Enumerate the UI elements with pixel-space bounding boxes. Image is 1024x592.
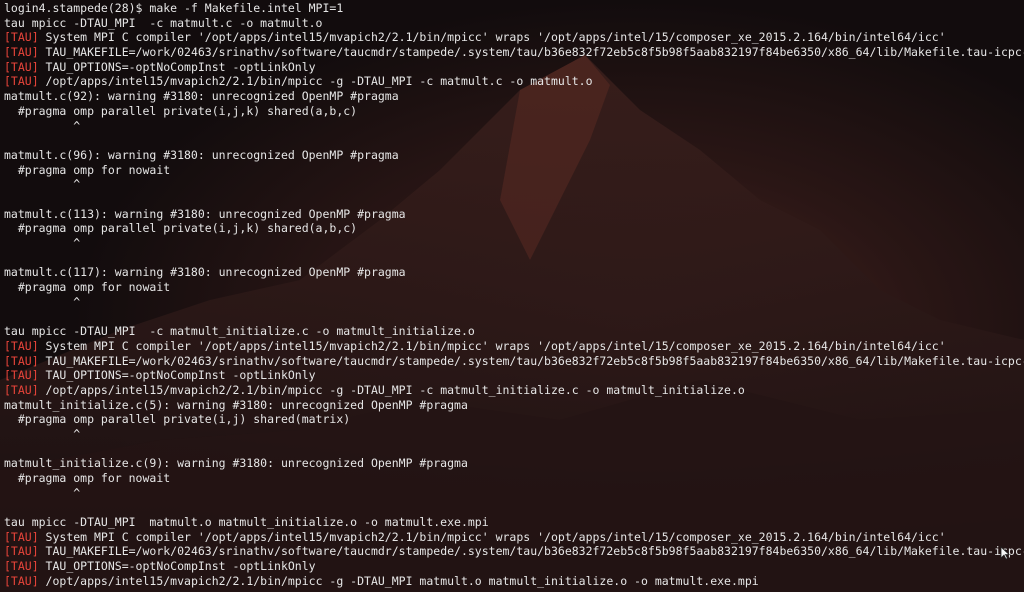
terminal-line: #pragma omp for nowait: [4, 471, 1024, 486]
terminal-line-text: System MPI C compiler '/opt/apps/intel15…: [38, 30, 946, 45]
terminal-line-text: #pragma omp parallel private(i,j,k) shar…: [4, 103, 358, 118]
tau-tag: [TAU]: [4, 353, 39, 368]
terminal-line: tau mpicc -DTAU_MPI -c matmult_initializ…: [4, 324, 1024, 339]
tau-tag: [TAU]: [4, 59, 39, 74]
terminal-line-text: TAU_MAKEFILE=/work/02463/srinathv/softwa…: [38, 544, 1024, 559]
tau-tag: [TAU]: [4, 544, 39, 559]
terminal-line-text: matmult_initialize.c(5): warning #3180: …: [4, 397, 468, 412]
terminal-line-text: System MPI C compiler '/opt/apps/intel15…: [38, 529, 946, 544]
terminal-line: matmult.c(117): warning #3180: unrecogni…: [4, 265, 1024, 280]
terminal-line: matmult_initialize.c(9): warning #3180: …: [4, 456, 1024, 471]
terminal-line-text: login4.stampede(28)$ make -f Makefile.in…: [4, 1, 344, 15]
terminal-line-text: TAU_OPTIONS=-optNoCompInst -optLinkOnly: [38, 559, 316, 574]
terminal-line: [TAU] TAU_OPTIONS=-optNoCompInst -optLin…: [4, 559, 1024, 574]
terminal-line: matmult_initialize.c(5): warning #3180: …: [4, 398, 1024, 413]
terminal-line: ^: [4, 177, 1024, 192]
terminal-line-text: #pragma omp parallel private(i,j) shared…: [4, 412, 351, 427]
terminal-line-text: #pragma omp for nowait: [4, 471, 171, 485]
tau-tag: [TAU]: [4, 573, 39, 588]
terminal-line: #pragma omp for nowait: [4, 280, 1024, 295]
terminal-line: tau mpicc -DTAU_MPI matmult.o matmult_in…: [4, 515, 1024, 530]
terminal-line: matmult.c(96): warning #3180: unrecogniz…: [4, 148, 1024, 163]
tau-tag: [TAU]: [4, 368, 39, 383]
tau-tag: [TAU]: [4, 559, 39, 574]
terminal-line: [TAU] /opt/apps/intel15/mvapich2/2.1/bin…: [4, 383, 1024, 398]
terminal-line-text: ^: [4, 118, 81, 133]
tau-tag: [TAU]: [4, 382, 39, 397]
terminal-line-text: /opt/apps/intel15/mvapich2/2.1/bin/mpicc…: [38, 382, 745, 397]
tau-tag: [TAU]: [4, 74, 39, 89]
terminal-line-text: matmult.c(92): warning #3180: unrecogniz…: [4, 89, 399, 104]
terminal-line: ^: [4, 295, 1024, 310]
terminal-line: matmult.c(113): warning #3180: unrecogni…: [4, 207, 1024, 222]
terminal-line-text: /opt/apps/intel15/mvapich2/2.1/bin/mpicc…: [38, 74, 593, 89]
terminal-line-text: TAU_OPTIONS=-optNoCompInst -optLinkOnly: [38, 59, 316, 74]
terminal-line-text: /opt/apps/intel15/mvapich2/2.1/bin/mpicc…: [38, 573, 759, 588]
mouse-pointer-icon: [1000, 546, 1010, 560]
terminal-line-text: ^: [4, 294, 81, 309]
terminal-line-text: ^: [4, 485, 81, 500]
tau-tag: [TAU]: [4, 45, 39, 60]
terminal-line: #pragma omp parallel private(i,j,k) shar…: [4, 104, 1024, 119]
terminal-line-text: matmult.c(96): warning #3180: unrecogniz…: [4, 147, 399, 162]
terminal-line: matmult.c(92): warning #3180: unrecogniz…: [4, 89, 1024, 104]
terminal-line: [TAU] System MPI C compiler '/opt/apps/i…: [4, 339, 1024, 354]
terminal-line-text: #pragma omp for nowait: [4, 162, 171, 177]
terminal-line: [TAU] System MPI C compiler '/opt/apps/i…: [4, 530, 1024, 545]
terminal-line-text: TAU_OPTIONS=-optNoCompInst -optLinkOnly: [38, 368, 316, 383]
terminal-line: tau mpicc -DTAU_MPI -c matmult.c -o matm…: [4, 16, 1024, 31]
terminal-line: [TAU] TAU_OPTIONS=-optNoCompInst -optLin…: [4, 60, 1024, 75]
terminal-line: ^: [4, 486, 1024, 501]
terminal-line-text: System MPI C compiler '/opt/apps/intel15…: [38, 338, 946, 353]
terminal-line: [TAU] TAU_MAKEFILE=/work/02463/srinathv/…: [4, 45, 1024, 60]
terminal-line: ^: [4, 427, 1024, 442]
terminal-line-text: TAU_MAKEFILE=/work/02463/srinathv/softwa…: [38, 353, 1024, 368]
tau-tag: [TAU]: [4, 30, 39, 45]
terminal-output[interactable]: login4.stampede(28)$ make -f Makefile.in…: [4, 1, 1024, 589]
terminal-line: [TAU] System MPI C compiler '/opt/apps/i…: [4, 30, 1024, 45]
terminal-line: ^: [4, 236, 1024, 251]
tau-tag: [TAU]: [4, 338, 39, 353]
terminal-line: login4.stampede(28)$ make -f Makefile.in…: [4, 1, 1024, 16]
terminal-line-text: tau mpicc -DTAU_MPI -c matmult.c -o matm…: [4, 15, 323, 30]
terminal-line-text: matmult.c(117): warning #3180: unrecogni…: [4, 265, 406, 280]
tau-tag: [TAU]: [4, 529, 39, 544]
terminal-line: [TAU] TAU_MAKEFILE=/work/02463/srinathv/…: [4, 354, 1024, 369]
terminal-line-text: ^: [4, 426, 81, 441]
terminal-line-text: matmult.c(113): warning #3180: unrecogni…: [4, 206, 406, 221]
terminal-line: [TAU] TAU_OPTIONS=-optNoCompInst -optLin…: [4, 368, 1024, 383]
terminal-line: ^: [4, 119, 1024, 134]
terminal-line-text: ^: [4, 177, 81, 192]
terminal-line: [TAU] /opt/apps/intel15/mvapich2/2.1/bin…: [4, 74, 1024, 89]
terminal-line-text: #pragma omp parallel private(i,j,k) shar…: [4, 221, 358, 236]
terminal-line-text: #pragma omp for nowait: [4, 280, 171, 295]
terminal-line-text: TAU_MAKEFILE=/work/02463/srinathv/softwa…: [38, 45, 1024, 60]
terminal-line: #pragma omp parallel private(i,j,k) shar…: [4, 221, 1024, 236]
terminal-line-text: ^: [4, 236, 81, 250]
terminal-line: #pragma omp for nowait: [4, 163, 1024, 178]
terminal-line: #pragma omp parallel private(i,j) shared…: [4, 412, 1024, 427]
terminal-line-text: tau mpicc -DTAU_MPI -c matmult_initializ…: [4, 324, 475, 339]
terminal-line: [TAU] /opt/apps/intel15/mvapich2/2.1/bin…: [4, 574, 1024, 589]
terminal-line-text: tau mpicc -DTAU_MPI matmult.o matmult_in…: [4, 515, 489, 530]
terminal-line: [TAU] TAU_MAKEFILE=/work/02463/srinathv/…: [4, 544, 1024, 559]
terminal-line-text: matmult_initialize.c(9): warning #3180: …: [4, 456, 468, 471]
